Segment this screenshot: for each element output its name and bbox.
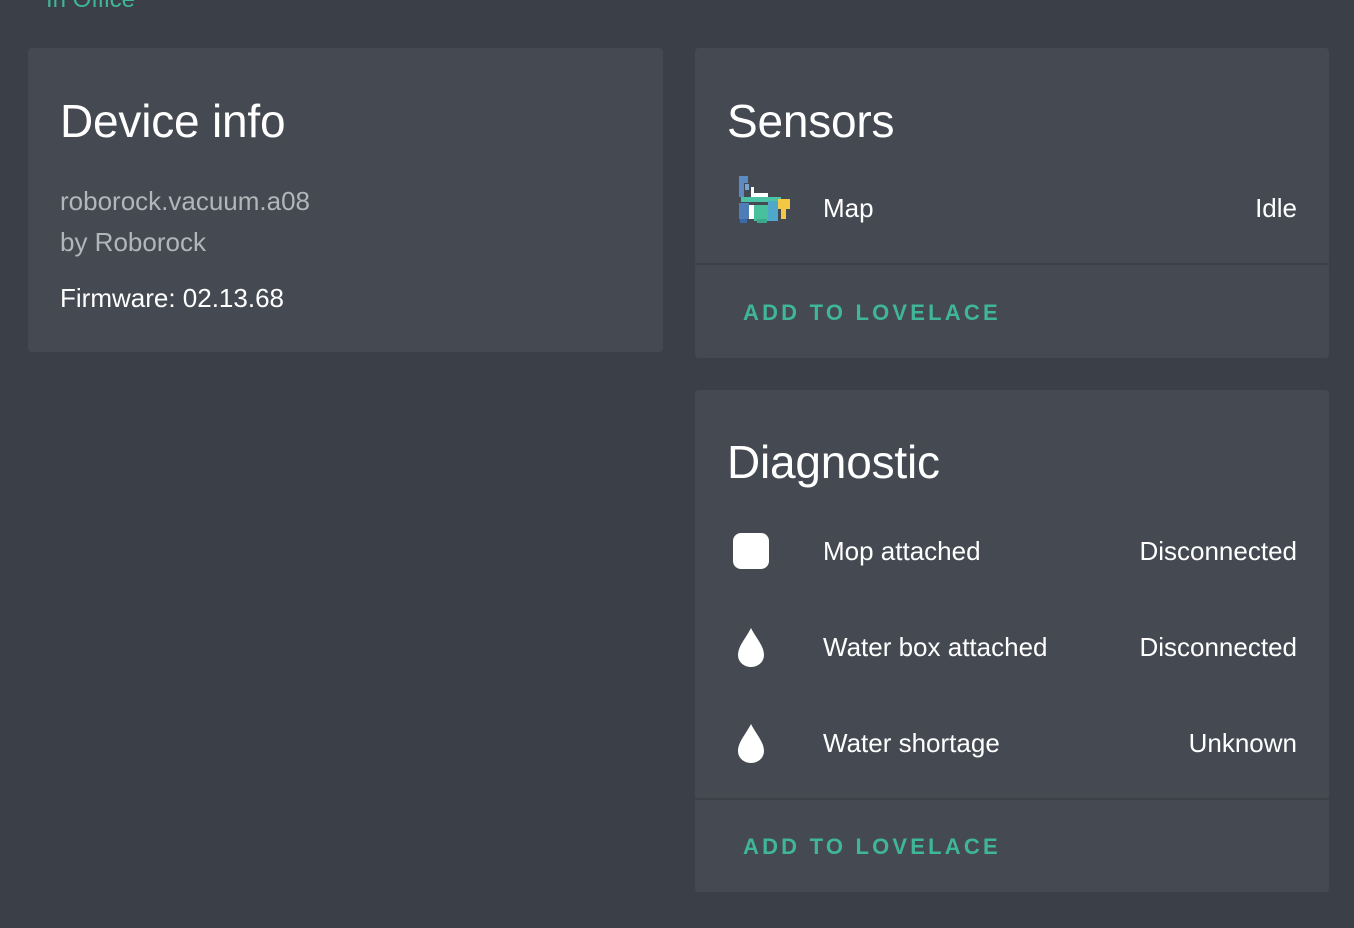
diagnostic-state: Disconnected: [1139, 632, 1297, 662]
device-firmware: Firmware: 02.13.68: [60, 283, 284, 313]
diagnostic-state: Disconnected: [1139, 536, 1297, 566]
add-to-lovelace-button[interactable]: ADD TO LOVELACE: [743, 836, 1001, 858]
sensor-row-map[interactable]: Map Idle: [695, 175, 1329, 238]
diagnostic-name: Water box attached: [823, 632, 1048, 662]
device-manufacturer: by Roborock: [60, 227, 206, 257]
area-link[interactable]: In Office: [46, 0, 135, 12]
diagnostic-name: Mop attached: [823, 536, 981, 566]
mop-icon: [732, 530, 770, 572]
device-info-card: Device info roborock.vacuum.a08 by Robor…: [28, 48, 663, 352]
sensor-state: Idle: [1255, 193, 1297, 223]
diagnostic-state: Unknown: [1188, 728, 1297, 758]
diagnostic-row-water-box[interactable]: Water box attached Disconnected: [695, 617, 1329, 677]
diagnostic-row-mop[interactable]: Mop attached Disconnected: [695, 521, 1329, 581]
device-info-title: Device info: [60, 95, 286, 147]
device-model: roborock.vacuum.a08: [60, 186, 311, 216]
sensors-title: Sensors: [727, 95, 895, 147]
diagnostic-card: Diagnostic Mop attached Disconnected Wat…: [695, 390, 1329, 892]
add-to-lovelace-button[interactable]: ADD TO LOVELACE: [743, 302, 1001, 324]
diagnostic-row-water-shortage[interactable]: Water shortage Unknown: [695, 713, 1329, 773]
divider: [695, 798, 1329, 800]
diagnostic-title: Diagnostic: [727, 436, 940, 488]
divider: [695, 263, 1329, 265]
map-thumbnail-icon: [737, 175, 791, 227]
diagnostic-name: Water shortage: [823, 728, 1000, 758]
sensor-name: Map: [823, 193, 874, 223]
water-drop-icon: [732, 722, 770, 764]
water-drop-icon: [732, 626, 770, 668]
sensors-card: Sensors Map Idle ADD TO LOVELACE: [695, 48, 1329, 358]
